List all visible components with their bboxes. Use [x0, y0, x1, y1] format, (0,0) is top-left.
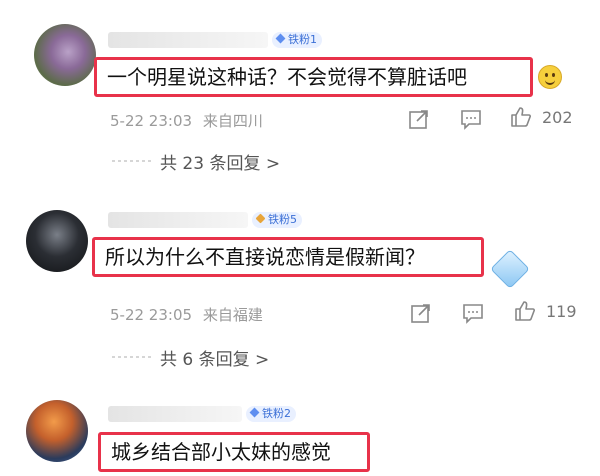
fan-badge-label: 铁粉5 [268, 213, 297, 226]
thumbs-up-icon[interactable] [514, 300, 536, 322]
comment-text: 一个明星说这种话？不会觉得不算脏话吧 [94, 57, 533, 97]
share-icon[interactable] [410, 302, 432, 324]
comment-icon[interactable] [460, 108, 482, 130]
reply-divider [112, 356, 152, 358]
avatar[interactable] [26, 400, 88, 462]
comment-icon[interactable] [462, 302, 484, 324]
comment-text: 城乡结合部小太妹的感觉 [98, 432, 370, 472]
fan-badge-label: 铁粉1 [288, 33, 317, 46]
comment-date: 5-22 23:05 [110, 306, 193, 324]
fan-level-badge: 铁粉5 [252, 212, 302, 228]
fan-badge-icon [249, 407, 260, 418]
fan-badge-label: 铁粉2 [262, 407, 291, 420]
comment-date: 5-22 23:03 [110, 112, 193, 130]
comment-location: 来自福建 [202, 306, 263, 324]
fan-badge-icon [275, 33, 286, 44]
fan-level-badge: 铁粉2 [246, 406, 296, 422]
view-replies-link[interactable]: 共 6 条回复 > [160, 345, 269, 370]
fan-level-badge: 铁粉1 [272, 32, 322, 48]
like-count: 202 [542, 108, 573, 127]
reply-divider [112, 160, 152, 162]
view-replies-link[interactable]: 共 23 条回复 > [160, 149, 280, 174]
avatar[interactable] [34, 24, 96, 86]
smile-emoji-icon [538, 65, 562, 89]
thumbs-up-icon[interactable] [510, 106, 532, 128]
like-count: 119 [546, 302, 577, 321]
username-blurred[interactable] [108, 212, 248, 228]
avatar[interactable] [26, 210, 88, 272]
comment-text-content: 城乡结合部小太妹的感觉 [111, 440, 331, 464]
comment-text-content: 所以为什么不直接说恋情是假新闻？ [105, 245, 425, 269]
comment-meta: 5-22 23:03 来自四川 [110, 110, 263, 131]
diamond-sticker-icon [490, 249, 530, 289]
comment-text-content: 一个明星说这种话？不会觉得不算脏话吧 [107, 65, 467, 89]
username-blurred[interactable] [108, 406, 242, 422]
comment-text: 所以为什么不直接说恋情是假新闻？ [92, 237, 484, 277]
share-icon[interactable] [408, 108, 430, 130]
fan-badge-icon [255, 213, 266, 224]
comment-location: 来自四川 [202, 112, 263, 130]
username-blurred[interactable] [108, 32, 268, 48]
comment-meta: 5-22 23:05 来自福建 [110, 304, 263, 325]
